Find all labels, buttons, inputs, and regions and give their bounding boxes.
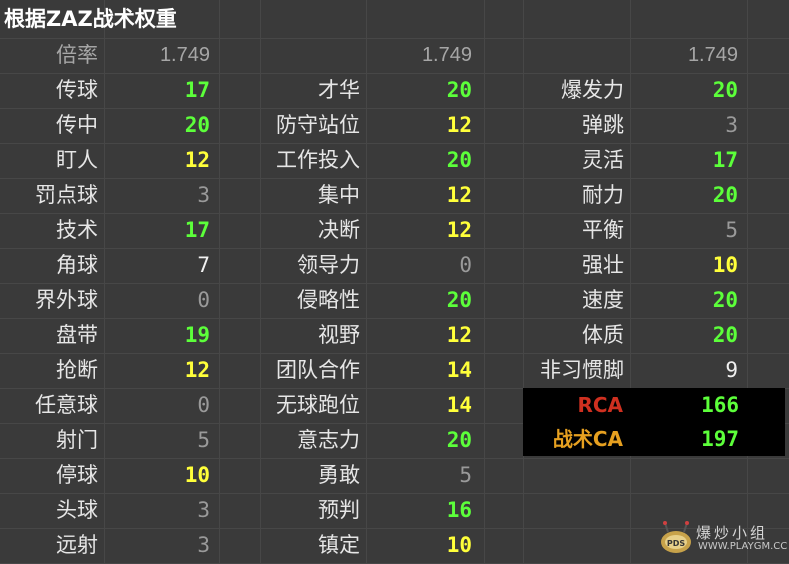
attribute-value: 5 [459, 463, 472, 487]
attribute-value: 9 [725, 358, 738, 382]
attribute-value: 12 [446, 323, 472, 347]
attribute-label: 盘带 [56, 323, 98, 347]
attribute-value: 20 [184, 113, 210, 137]
attribute-value: 12 [446, 183, 472, 207]
attribute-value: 12 [184, 148, 210, 172]
attribute-value: 20 [446, 78, 472, 102]
attribute-label: 角球 [56, 253, 98, 277]
watermark-badge: PDS [667, 539, 686, 548]
attribute-value: 20 [446, 288, 472, 312]
attribute-label: 才华 [318, 78, 360, 102]
attribute-label: 抢断 [56, 358, 98, 382]
mascot-icon: PDS [661, 521, 691, 553]
grid-column-line [747, 0, 748, 563]
attribute-label: 灵活 [582, 148, 624, 172]
watermark-url: WWW.PLAYGM.CC [698, 541, 788, 552]
attribute-value: 12 [446, 218, 472, 242]
rca-label: RCA [577, 393, 623, 417]
attribute-label: 侵略性 [297, 288, 360, 312]
attribute-label: 决断 [318, 218, 360, 242]
attribute-label: 爆发力 [561, 78, 624, 102]
attribute-value: 20 [712, 323, 738, 347]
attribute-value: 17 [184, 218, 210, 242]
attribute-value: 3 [197, 533, 210, 557]
attribute-value: 10 [712, 253, 738, 277]
ratio-value-3: 1.749 [687, 44, 738, 66]
tactical-ca-value: 197 [701, 427, 739, 451]
ratio-value-1: 1.749 [159, 44, 210, 66]
attribute-value: 14 [446, 393, 472, 417]
attribute-label: 传球 [56, 78, 98, 102]
attribute-label: 停球 [56, 463, 98, 487]
attribute-value: 0 [197, 288, 210, 312]
attribute-value: 17 [712, 148, 738, 172]
attribute-label: 任意球 [35, 393, 98, 417]
attribute-value: 12 [184, 358, 210, 382]
attribute-label: 体质 [582, 323, 624, 347]
attribute-label: 弹跳 [582, 113, 624, 137]
attribute-label: 盯人 [56, 148, 98, 172]
attribute-label: 非习惯脚 [540, 358, 624, 382]
ratio-value-2: 1.749 [421, 44, 472, 66]
attribute-label: 平衡 [582, 218, 624, 242]
attribute-label: 射门 [56, 428, 98, 452]
attribute-value: 20 [446, 428, 472, 452]
attribute-value: 14 [446, 358, 472, 382]
attribute-label: 远射 [56, 533, 98, 557]
ratio-label: 倍率 [56, 43, 98, 67]
watermark: PDS 爆炒小组 WWW.PLAYGM.CC [656, 520, 788, 558]
attribute-label: 无球跑位 [276, 393, 360, 417]
attribute-value: 7 [197, 253, 210, 277]
attribute-value: 12 [446, 113, 472, 137]
attribute-label: 意志力 [297, 428, 360, 452]
attribute-value: 19 [184, 323, 210, 347]
attribute-value: 10 [446, 533, 472, 557]
rca-value: 166 [701, 393, 739, 417]
attribute-value: 0 [197, 393, 210, 417]
attribute-value: 10 [184, 463, 210, 487]
attribute-label: 强壮 [582, 253, 624, 277]
attribute-value: 5 [197, 428, 210, 452]
attribute-label: 勇敢 [318, 463, 360, 487]
attribute-label: 镇定 [318, 533, 360, 557]
attribute-label: 预判 [318, 498, 360, 522]
attribute-value: 20 [712, 183, 738, 207]
watermark-text: 爆炒小组 [696, 524, 769, 542]
attribute-label: 耐力 [582, 183, 624, 207]
attribute-label: 工作投入 [276, 148, 360, 172]
attribute-value: 17 [184, 78, 210, 102]
attribute-value: 16 [446, 498, 472, 522]
attribute-value: 20 [712, 78, 738, 102]
sheet-title: 根据ZAZ战术权重 [4, 7, 177, 31]
attribute-label: 罚点球 [35, 183, 98, 207]
attribute-value: 20 [712, 288, 738, 312]
attribute-value: 20 [446, 148, 472, 172]
attribute-value: 5 [725, 218, 738, 242]
attribute-label: 防守站位 [276, 113, 360, 137]
attribute-label: 领导力 [297, 253, 360, 277]
attribute-value: 0 [459, 253, 472, 277]
attribute-label: 技术 [56, 218, 98, 242]
attribute-value: 3 [197, 183, 210, 207]
attribute-label: 速度 [582, 288, 624, 312]
attribute-label: 视野 [318, 323, 360, 347]
attribute-label: 头球 [56, 498, 98, 522]
attribute-label: 传中 [56, 113, 98, 137]
attribute-value: 3 [725, 113, 738, 137]
tactical-ca-label: 战术CA [552, 427, 623, 451]
attribute-label: 界外球 [35, 288, 98, 312]
summary-box: RCA 166 战术CA 197 [523, 388, 785, 456]
attribute-label: 团队合作 [276, 358, 360, 382]
attribute-value: 3 [197, 498, 210, 522]
attribute-sheet: 根据ZAZ战术权重 倍率 1.749 1.749 1.749 传球 17 传中 20 盯… [0, 0, 789, 564]
attribute-label: 集中 [318, 183, 360, 207]
